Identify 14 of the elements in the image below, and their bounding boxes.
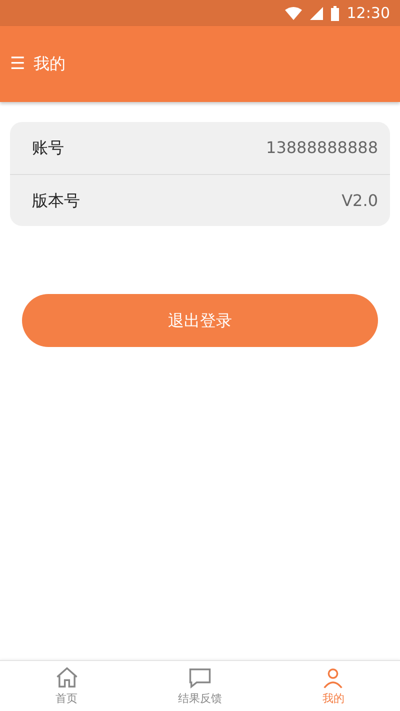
row-value: 13888888888 bbox=[266, 137, 378, 159]
signal-icon bbox=[310, 6, 323, 20]
wifi-icon bbox=[284, 6, 302, 20]
tab[interactable]: 我的 bbox=[278, 664, 388, 708]
tab[interactable]: 首页 bbox=[12, 664, 122, 708]
menu-button[interactable]: ☰ bbox=[10, 56, 26, 72]
battery-icon bbox=[330, 6, 339, 20]
status-time: 12:30 bbox=[346, 2, 390, 24]
row-value: V2.0 bbox=[342, 190, 378, 212]
logout-button[interactable]: 退出登录 bbox=[22, 294, 378, 347]
row-label: 账号 bbox=[32, 137, 64, 159]
row-label: 版本号 bbox=[32, 190, 80, 212]
page-title: 我的 bbox=[33, 53, 66, 75]
tab[interactable]: 结果反馈 bbox=[144, 664, 255, 708]
